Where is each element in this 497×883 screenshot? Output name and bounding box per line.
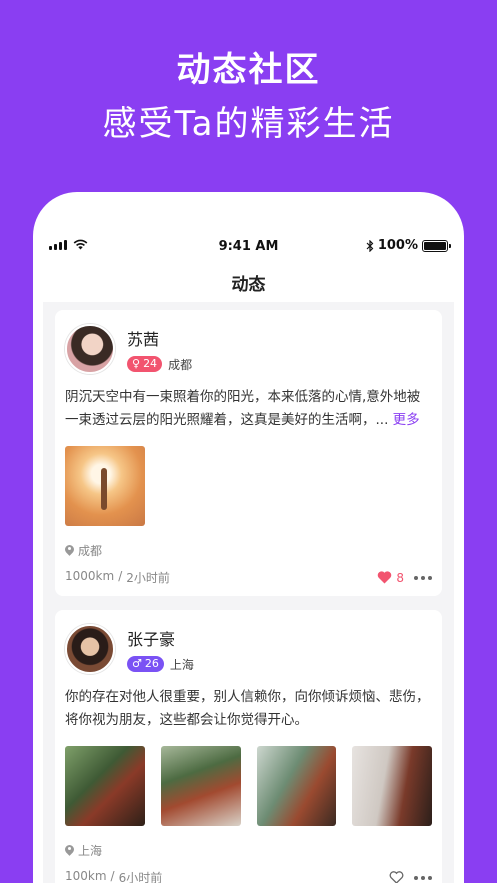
location-text: 成都 bbox=[78, 544, 103, 558]
user-tags: ♂ 26 上海 bbox=[127, 656, 194, 673]
photo-grid bbox=[65, 746, 432, 826]
user-name[interactable]: 张子豪 bbox=[127, 626, 194, 650]
post-photo[interactable] bbox=[256, 746, 337, 826]
heart-filled-icon bbox=[378, 571, 392, 584]
user-name[interactable]: 苏茜 bbox=[127, 326, 192, 350]
heart-outline-icon bbox=[389, 871, 404, 883]
female-icon: ♀ bbox=[132, 357, 141, 370]
post-actions bbox=[389, 871, 432, 883]
post-meta: 1000km / 2小时前 bbox=[65, 569, 170, 586]
feed-list[interactable]: 苏茜 ♀ 24 成都 阴沉天空中有一束照着你的阳光，本来低落的心情,意外地被一束… bbox=[43, 302, 454, 883]
user-city: 上海 bbox=[169, 657, 194, 672]
post-photo[interactable] bbox=[160, 746, 241, 826]
distance: 100km bbox=[65, 869, 107, 883]
post-header: 张子豪 ♂ 26 上海 bbox=[65, 624, 432, 674]
hero-title: 动态社区 bbox=[176, 50, 321, 90]
post-text: 阴沉天空中有一束照着你的阳光，本来低落的心情,意外地被一束透过云层的阳光照耀着，… bbox=[65, 386, 432, 432]
post-location: 上海 bbox=[65, 842, 432, 859]
post-actions: 8 bbox=[377, 571, 432, 585]
meta-separator: / bbox=[110, 869, 115, 883]
location-pin-icon bbox=[65, 845, 74, 857]
post-header: 苏茜 ♀ 24 成都 bbox=[65, 324, 432, 374]
status-bar: 9:41 AM 100% bbox=[33, 236, 464, 258]
location-pin-icon bbox=[65, 545, 74, 557]
post-text: 你的存在对他人很重要，别人信赖你，向你倾诉烦恼、悲伤，将你视为朋友，这些都会让你… bbox=[65, 689, 430, 728]
like-count: 8 bbox=[396, 570, 404, 585]
age-badge: ♂ 26 bbox=[127, 656, 164, 672]
battery-icon bbox=[422, 239, 451, 252]
post-meta: 100km / 6小时前 bbox=[65, 869, 162, 883]
more-options-icon[interactable] bbox=[414, 575, 432, 580]
avatar[interactable] bbox=[65, 624, 115, 674]
user-meta: 苏茜 ♀ 24 成都 bbox=[127, 326, 192, 373]
status-right: 100% bbox=[366, 238, 451, 253]
battery-percent: 100% bbox=[377, 238, 418, 253]
post-footer: 100km / 6小时前 bbox=[65, 869, 432, 883]
like-button[interactable] bbox=[389, 871, 404, 883]
page-title: 动态 bbox=[231, 275, 266, 295]
post-photo[interactable] bbox=[352, 746, 432, 826]
age-value: 24 bbox=[143, 357, 158, 370]
user-city: 成都 bbox=[168, 357, 193, 372]
post-location: 成都 bbox=[65, 542, 432, 559]
bluetooth-icon bbox=[366, 239, 374, 252]
hero-subtitle: 感受Ta的精彩生活 bbox=[102, 104, 395, 144]
post-card[interactable]: 张子豪 ♂ 26 上海 你的存在对他人很重要，别人信赖你，向你倾诉烦恼、悲伤，将… bbox=[55, 610, 442, 883]
post-photo[interactable] bbox=[65, 746, 145, 826]
more-link[interactable]: 更多 bbox=[393, 412, 420, 428]
avatar[interactable] bbox=[65, 324, 115, 374]
like-button[interactable]: 8 bbox=[377, 571, 404, 585]
user-tags: ♀ 24 成都 bbox=[127, 356, 192, 373]
location-text: 上海 bbox=[78, 844, 103, 858]
time-ago: 6小时前 bbox=[118, 871, 163, 883]
post-footer: 1000km / 2小时前 8 bbox=[65, 569, 432, 586]
male-icon: ♂ bbox=[132, 657, 142, 670]
phone-frame: 9:41 AM 100% 动态 苏茜 ♀ 24 成都 阴沉天空中有一束照着你的阳… bbox=[33, 192, 464, 883]
age-badge: ♀ 24 bbox=[127, 356, 163, 372]
photo-grid bbox=[65, 446, 432, 526]
age-value: 26 bbox=[144, 657, 159, 670]
post-card[interactable]: 苏茜 ♀ 24 成都 阴沉天空中有一束照着你的阳光，本来低落的心情,意外地被一束… bbox=[55, 310, 442, 596]
meta-separator: / bbox=[118, 569, 123, 583]
more-options-icon[interactable] bbox=[414, 875, 432, 880]
time-ago: 2小时前 bbox=[126, 571, 170, 585]
user-meta: 张子豪 ♂ 26 上海 bbox=[127, 626, 194, 673]
distance: 1000km bbox=[65, 569, 115, 583]
post-body: 阴沉天空中有一束照着你的阳光，本来低落的心情,意外地被一束透过云层的阳光照耀着，… bbox=[65, 389, 421, 428]
post-photo[interactable] bbox=[65, 446, 145, 526]
